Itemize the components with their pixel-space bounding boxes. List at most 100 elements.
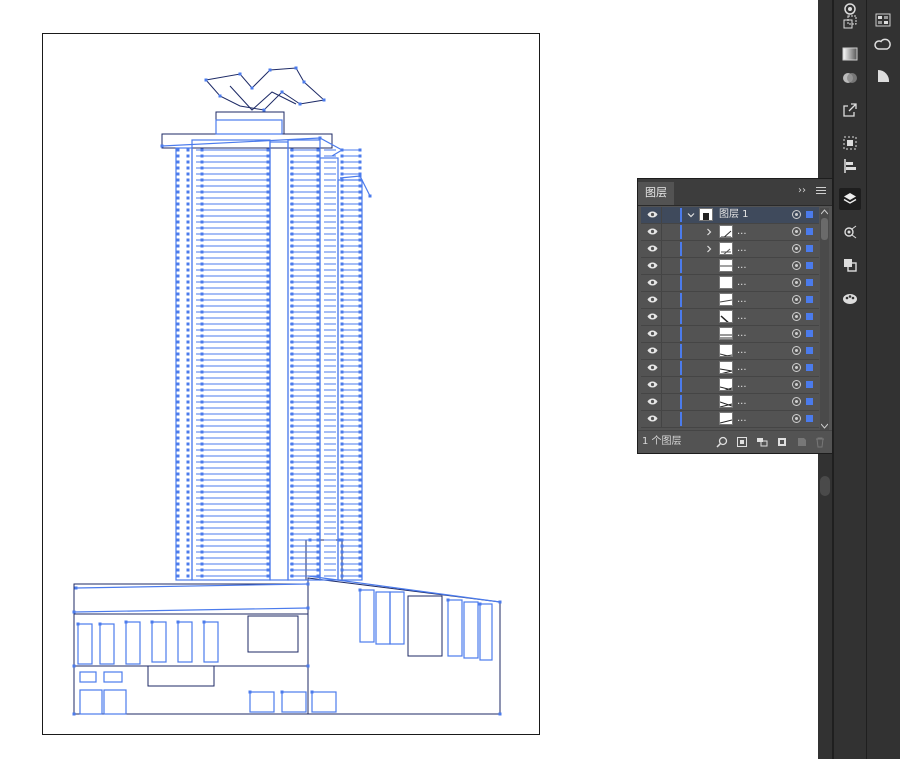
layer-name[interactable]: 图层 1 — [719, 207, 749, 223]
layer-color-mark — [680, 310, 682, 324]
layer-name[interactable]: ... — [737, 326, 747, 342]
new-sublayer-icon[interactable] — [776, 436, 788, 448]
expand-chevron-icon[interactable] — [705, 245, 713, 253]
color-themes-icon[interactable] — [839, 287, 861, 309]
layer-color-mark — [680, 293, 682, 307]
eye-icon[interactable] — [647, 279, 658, 286]
collapse-icon[interactable]: ›› — [798, 185, 806, 197]
scroll-thumb[interactable] — [821, 218, 828, 240]
selection-indicator[interactable] — [806, 364, 813, 371]
layer-thumbnail — [699, 208, 713, 221]
selection-indicator[interactable] — [806, 262, 813, 269]
selection-indicator[interactable] — [806, 347, 813, 354]
target-icon[interactable] — [792, 278, 801, 287]
target-icon[interactable] — [792, 346, 801, 355]
layers-icon[interactable] — [839, 188, 861, 210]
selection-indicator[interactable] — [806, 330, 813, 337]
selection-indicator[interactable] — [806, 279, 813, 286]
sublayer-row[interactable]: ... — [641, 343, 819, 360]
selection-indicator[interactable] — [806, 415, 813, 422]
eye-icon[interactable] — [647, 211, 658, 218]
export-icon[interactable] — [839, 99, 861, 121]
sublayer-row[interactable]: ... — [641, 309, 819, 326]
selection-indicator[interactable] — [806, 245, 813, 252]
search-icon[interactable] — [716, 436, 728, 448]
layer-thumbnail — [719, 259, 733, 272]
target-icon[interactable] — [792, 244, 801, 253]
target-icon[interactable] — [792, 329, 801, 338]
layer-name[interactable]: ... — [737, 292, 747, 308]
sublayer-row[interactable]: ... — [641, 258, 819, 275]
layer-row[interactable]: 图层 1 — [641, 207, 819, 224]
transform-icon[interactable] — [839, 11, 861, 33]
target-icon[interactable] — [792, 312, 801, 321]
sublayer-row[interactable]: ... — [641, 241, 819, 258]
collect-for-export-icon[interactable] — [736, 436, 748, 448]
eye-icon[interactable] — [647, 313, 658, 320]
transparency-icon[interactable] — [839, 67, 861, 89]
panel-header: 图层 ›› — [638, 179, 832, 206]
target-icon[interactable] — [792, 380, 801, 389]
eye-icon[interactable] — [647, 245, 658, 252]
gradient-icon[interactable] — [839, 43, 861, 65]
sublayer-row[interactable]: ... — [641, 360, 819, 377]
layer-name[interactable]: ... — [737, 224, 747, 240]
cc-libraries-icon[interactable] — [872, 33, 894, 55]
make-clipping-mask-icon[interactable] — [756, 436, 768, 448]
selection-indicator[interactable] — [806, 398, 813, 405]
layer-name[interactable]: ... — [737, 275, 747, 291]
swatches-icon[interactable] — [872, 9, 894, 31]
expand-chevron-icon[interactable] — [687, 211, 695, 219]
sublayer-row[interactable]: ... — [641, 224, 819, 241]
tab-layers[interactable]: 图层 — [638, 182, 674, 205]
selection-indicator[interactable] — [806, 228, 813, 235]
eye-icon[interactable] — [647, 296, 658, 303]
eye-icon[interactable] — [647, 415, 658, 422]
eye-icon[interactable] — [647, 398, 658, 405]
symbols-icon[interactable] — [872, 65, 894, 87]
eye-icon[interactable] — [647, 228, 658, 235]
target-icon[interactable] — [792, 227, 801, 236]
selection-indicator[interactable] — [806, 296, 813, 303]
selection-indicator[interactable] — [806, 381, 813, 388]
layer-name[interactable]: ... — [737, 411, 747, 427]
target-icon[interactable] — [792, 261, 801, 270]
layer-name[interactable]: ... — [737, 241, 747, 257]
new-layer-icon[interactable] — [796, 436, 808, 448]
layer-name[interactable]: ... — [737, 394, 747, 410]
sublayer-row[interactable]: ... — [641, 411, 819, 428]
target-icon[interactable] — [792, 414, 801, 423]
sublayer-row[interactable]: ... — [641, 275, 819, 292]
target-icon[interactable] — [792, 363, 801, 372]
selection-indicator[interactable] — [806, 211, 813, 218]
layers-list: 图层 1.................................... — [638, 207, 822, 429]
target-icon[interactable] — [792, 210, 801, 219]
selection-indicator[interactable] — [806, 313, 813, 320]
pathfinder-icon[interactable] — [839, 254, 861, 276]
sublayer-row[interactable]: ... — [641, 377, 819, 394]
target-icon[interactable] — [792, 295, 801, 304]
layer-name[interactable]: ... — [737, 309, 747, 325]
layer-name[interactable]: ... — [737, 258, 747, 274]
layer-name[interactable]: ... — [737, 377, 747, 393]
eye-icon[interactable] — [647, 381, 658, 388]
expand-chevron-icon[interactable] — [705, 228, 713, 236]
row-divider — [661, 411, 662, 427]
links-icon[interactable] — [839, 221, 861, 243]
panel-menu-icon[interactable] — [816, 187, 826, 196]
delete-layer-icon[interactable] — [814, 436, 826, 448]
sublayer-row[interactable]: ... — [641, 394, 819, 411]
layers-scrollbar[interactable] — [820, 208, 829, 430]
eye-icon[interactable] — [647, 262, 658, 269]
eye-icon[interactable] — [647, 364, 658, 371]
layer-name[interactable]: ... — [737, 343, 747, 359]
eye-icon[interactable] — [647, 330, 658, 337]
sublayer-row[interactable]: ... — [641, 326, 819, 343]
align-icon[interactable] — [839, 132, 861, 154]
align-left-icon[interactable] — [839, 155, 861, 177]
sublayer-row[interactable]: ... — [641, 292, 819, 309]
target-icon[interactable] — [792, 397, 801, 406]
dock-scroll-handle[interactable] — [820, 476, 830, 496]
layer-name[interactable]: ... — [737, 360, 747, 376]
eye-icon[interactable] — [647, 347, 658, 354]
